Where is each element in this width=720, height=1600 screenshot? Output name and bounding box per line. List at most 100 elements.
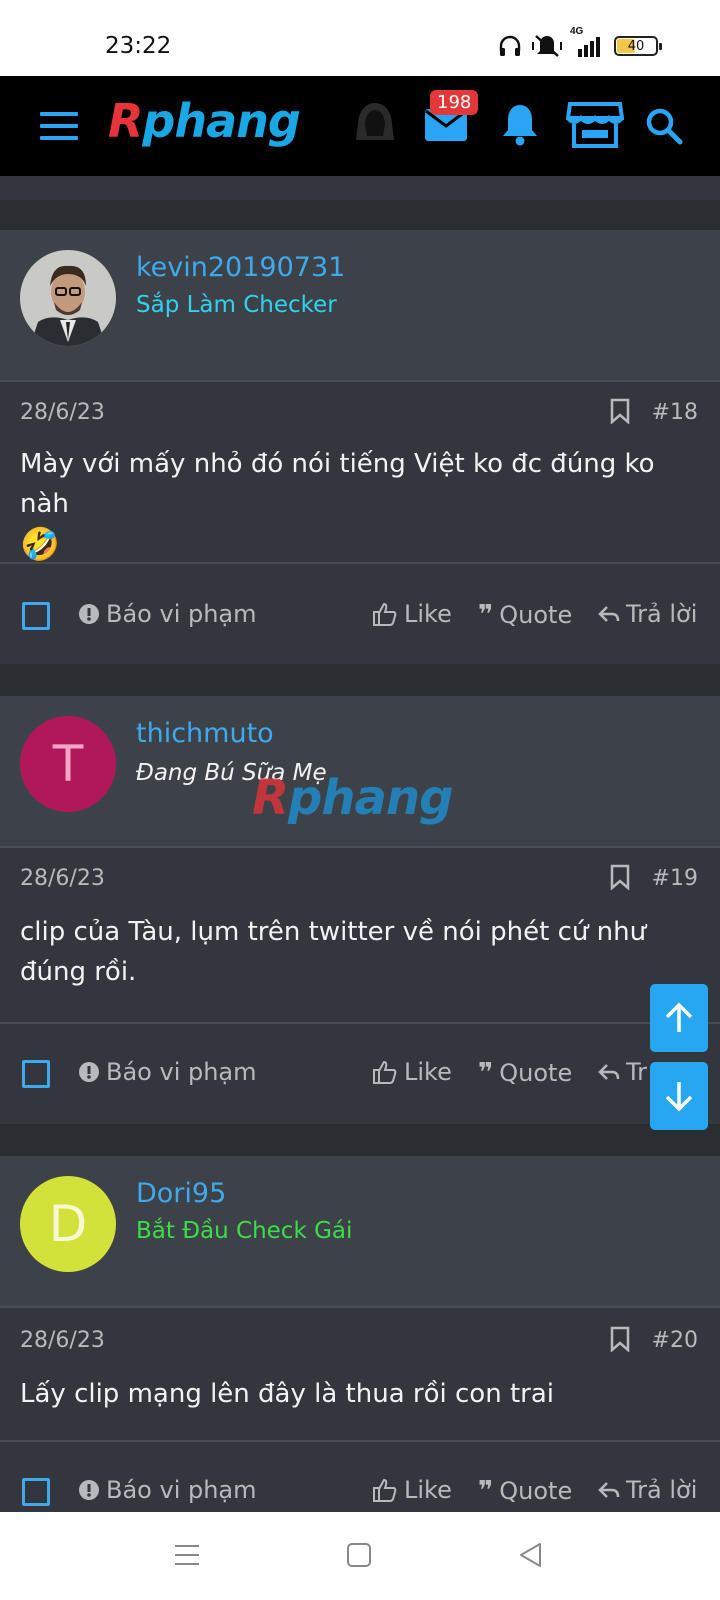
like-button[interactable]: Like xyxy=(372,1058,452,1086)
thumbs-up-icon xyxy=(373,1478,397,1502)
report-button[interactable]: Báo vi phạm xyxy=(78,1058,257,1086)
scroll-top-button[interactable] xyxy=(650,984,708,1052)
bookmark-icon[interactable] xyxy=(610,398,630,424)
like-label: Like xyxy=(404,1476,452,1504)
recent-apps-icon[interactable] xyxy=(174,1542,200,1568)
select-checkbox[interactable] xyxy=(22,1060,50,1088)
previous-post-footer xyxy=(0,176,720,200)
system-nav-bar xyxy=(0,1512,720,1600)
back-icon[interactable] xyxy=(518,1542,544,1568)
search-icon[interactable] xyxy=(644,106,684,146)
laughing-emoji: 🤣 xyxy=(20,525,60,563)
post-actions: Báo vi phạm Like ❞ Quote Tr xyxy=(0,1058,720,1094)
post-actions: Báo vi phạm Like ❞ Quote Trả lời xyxy=(0,600,720,636)
reply-button[interactable]: Tr xyxy=(598,1058,647,1086)
bookmark-icon[interactable] xyxy=(610,1326,630,1352)
post-user-block: D Dori95 Bắt Đầu Check Gái xyxy=(0,1156,720,1308)
like-label: Like xyxy=(404,600,452,628)
status-bar: 23:22 4G 40 xyxy=(0,0,720,76)
post-19: T thichmuto Đang Bú Sữa Mẹ 28/6/23 #19 c… xyxy=(0,696,720,1124)
report-button[interactable]: Báo vi phạm xyxy=(78,1476,257,1504)
post-date[interactable]: 28/6/23 xyxy=(20,1328,105,1353)
divider xyxy=(0,1022,720,1024)
scroll-bottom-button[interactable] xyxy=(650,1062,708,1130)
alert-icon xyxy=(79,1062,99,1082)
headphones-icon xyxy=(499,35,521,56)
post-content: Mày với mấy nhỏ đó nói tiếng Việt ko đc … xyxy=(20,444,700,567)
select-checkbox[interactable] xyxy=(22,602,50,630)
post-text: clip của Tàu, lụm trên twitter về nói ph… xyxy=(20,917,647,987)
site-logo[interactable]: Rphang xyxy=(108,94,301,148)
reply-icon xyxy=(598,606,620,622)
username[interactable]: thichmuto xyxy=(136,718,274,749)
quote-label: Quote xyxy=(499,1477,573,1505)
quote-button[interactable]: ❞ Quote xyxy=(478,600,572,630)
post-number[interactable]: #18 xyxy=(652,400,698,425)
app-header: Rphang 198 xyxy=(0,76,720,176)
mail-badge: 198 xyxy=(430,90,479,115)
alert-icon xyxy=(79,1480,99,1500)
quote-icon: ❞ xyxy=(478,600,494,630)
quote-label: Quote xyxy=(499,1059,573,1087)
bell-icon[interactable] xyxy=(500,102,540,146)
like-label: Like xyxy=(404,1058,452,1086)
post-text: Lấy clip mạng lên đây là thua rồi con tr… xyxy=(20,1379,554,1409)
post-text: Mày với mấy nhỏ đó nói tiếng Việt ko đc … xyxy=(20,449,655,519)
user-title: Sắp Làm Checker xyxy=(136,292,337,318)
post-user-block: kevin20190731 Sắp Làm Checker xyxy=(0,230,720,382)
report-button[interactable]: Báo vi phạm xyxy=(78,600,257,628)
post-actions: Báo vi phạm Like ❞ Quote Trả lời xyxy=(0,1476,720,1512)
username[interactable]: kevin20190731 xyxy=(136,252,345,283)
alert-icon xyxy=(79,604,99,624)
like-button[interactable]: Like xyxy=(372,1476,452,1504)
menu-icon[interactable] xyxy=(40,112,78,140)
reply-label: Tr xyxy=(626,1058,647,1086)
user-title: Bắt Đầu Check Gái xyxy=(136,1218,353,1244)
quote-icon: ❞ xyxy=(478,1476,494,1506)
report-label: Báo vi phạm xyxy=(106,1058,257,1086)
watermark-logo: Rphang xyxy=(252,770,453,826)
battery-level: 40 xyxy=(627,38,645,54)
status-icons: 4G 40 xyxy=(498,26,662,58)
reply-label: Trả lời xyxy=(626,1476,698,1504)
post-20: D Dori95 Bắt Đầu Check Gái 28/6/23 #20 L… xyxy=(0,1156,720,1512)
quote-button[interactable]: ❞ Quote xyxy=(478,1058,572,1088)
post-date[interactable]: 28/6/23 xyxy=(20,400,105,425)
username[interactable]: Dori95 xyxy=(136,1178,226,1209)
select-checkbox[interactable] xyxy=(22,1478,50,1506)
arrow-down-icon xyxy=(665,1082,693,1112)
mute-vibrate-icon xyxy=(532,35,562,57)
avatar-photo xyxy=(20,250,116,346)
post-number[interactable]: #19 xyxy=(652,866,698,891)
post-18: kevin20190731 Sắp Làm Checker 28/6/23 #1… xyxy=(0,230,720,664)
quote-label: Quote xyxy=(499,601,573,629)
hooded-user-icon[interactable] xyxy=(352,100,398,146)
divider xyxy=(0,1440,720,1442)
reply-button[interactable]: Trả lời xyxy=(598,600,697,628)
quote-button[interactable]: ❞ Quote xyxy=(478,1476,572,1506)
battery-icon: 40 xyxy=(614,36,662,56)
store-icon[interactable] xyxy=(566,100,624,150)
status-time: 23:22 xyxy=(105,33,172,59)
report-label: Báo vi phạm xyxy=(106,1476,257,1504)
post-number[interactable]: #20 xyxy=(652,1328,698,1353)
bookmark-icon[interactable] xyxy=(610,864,630,890)
divider xyxy=(0,562,720,564)
thumbs-up-icon xyxy=(373,1060,397,1084)
signal-icon: 4G xyxy=(570,26,604,57)
avatar[interactable] xyxy=(20,250,116,346)
avatar[interactable]: D xyxy=(20,1176,116,1272)
home-icon[interactable] xyxy=(346,1542,372,1568)
reply-icon xyxy=(598,1064,620,1080)
network-type: 4G xyxy=(570,26,584,37)
like-button[interactable]: Like xyxy=(372,600,452,628)
quote-icon: ❞ xyxy=(478,1058,494,1088)
reply-label: Trả lời xyxy=(626,600,698,628)
thumbs-up-icon xyxy=(373,602,397,626)
arrow-up-icon xyxy=(665,1002,693,1032)
reply-button[interactable]: Trả lời xyxy=(598,1476,697,1504)
avatar[interactable]: T xyxy=(20,716,116,812)
post-date[interactable]: 28/6/23 xyxy=(20,866,105,891)
report-label: Báo vi phạm xyxy=(106,600,257,628)
reply-icon xyxy=(598,1482,620,1498)
